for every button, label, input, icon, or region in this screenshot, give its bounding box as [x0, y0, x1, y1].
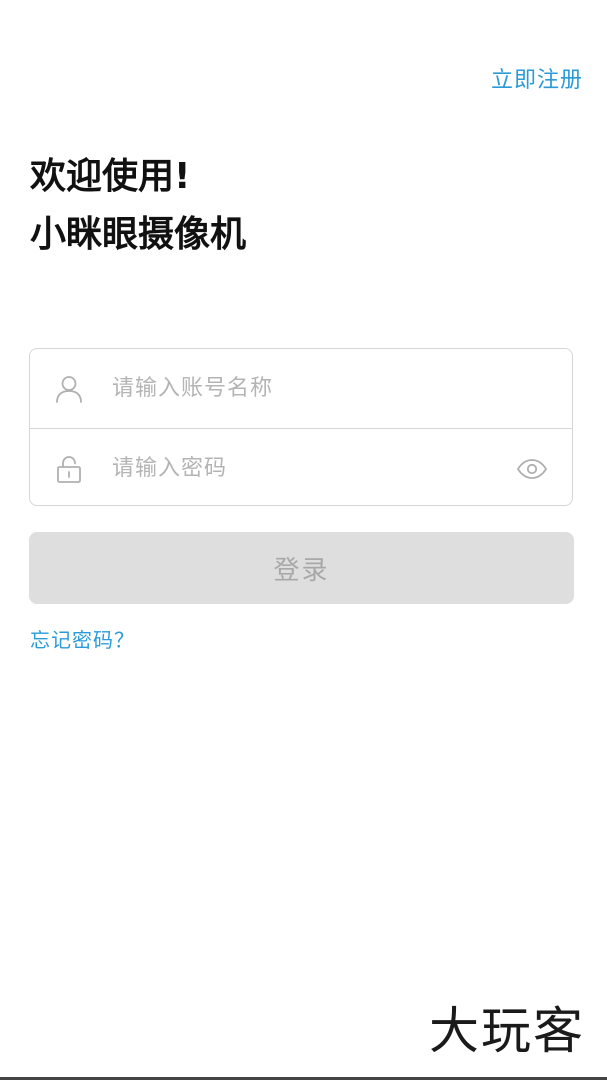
login-button[interactable]: 登录: [29, 532, 574, 604]
welcome-line-2: 小眯眼摄像机: [30, 214, 247, 255]
login-screen: 立即注册 欢迎使用! 小眯眼摄像机 请输入账号名称 登录 忘记密码？ 大玩客: [0, 0, 607, 1080]
user-icon: [54, 374, 84, 404]
lock-icon: [54, 454, 84, 484]
watermark-logo: 大玩客: [429, 1002, 585, 1060]
welcome-line-1: 欢迎使用!: [30, 156, 191, 197]
eye-icon[interactable]: [516, 458, 548, 480]
account-row: [30, 349, 572, 428]
login-form: [29, 348, 573, 508]
welcome-heading: 欢迎使用! 小眯眼摄像机: [30, 148, 246, 264]
password-input[interactable]: [110, 429, 502, 508]
register-link[interactable]: 立即注册: [491, 62, 583, 94]
password-row: [30, 428, 572, 508]
account-input[interactable]: [110, 349, 502, 428]
forgot-password-link[interactable]: 忘记密码？: [30, 624, 135, 653]
